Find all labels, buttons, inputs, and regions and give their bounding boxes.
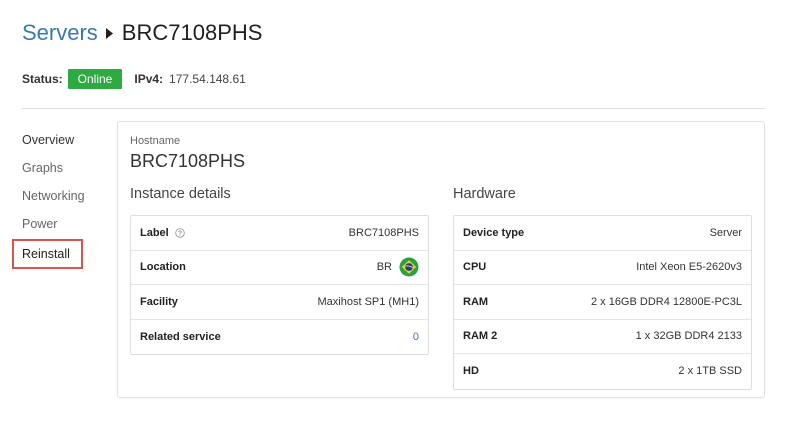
table-row: RAM 2 1 x 32GB DDR4 2133 bbox=[454, 320, 751, 354]
row-key: CPU bbox=[463, 261, 487, 274]
page-title: BRC7108PHS bbox=[121, 20, 263, 45]
table-row: Label ? BRC7108PHS bbox=[131, 216, 428, 251]
table-row: Location BR bbox=[131, 251, 428, 285]
table-row: HD 2 x 1TB SSD bbox=[454, 354, 751, 389]
caret-right-icon bbox=[105, 27, 113, 39]
sidebar-item-power[interactable]: Power bbox=[12, 210, 112, 238]
table-row: CPU Intel Xeon E5-2620v3 bbox=[454, 251, 751, 285]
label-key-text: Label bbox=[140, 226, 169, 239]
table-row: Related service 0 bbox=[131, 320, 428, 355]
instance-details-table: Label ? BRC7108PHS Location BR Facility … bbox=[130, 215, 429, 355]
row-key: Device type bbox=[463, 226, 525, 239]
table-row: Device type Server bbox=[454, 216, 751, 251]
status-badge: Online bbox=[67, 69, 123, 89]
row-key: Facility bbox=[140, 295, 178, 308]
ipv4-value: 177.54.148.61 bbox=[169, 72, 246, 86]
row-value: Maxihost SP1 (MH1) bbox=[317, 295, 419, 308]
row-value: BR bbox=[377, 257, 419, 277]
table-row: Facility Maxihost SP1 (MH1) bbox=[131, 285, 428, 320]
sidebar-nav: Overview Graphs Networking Power Reinsta… bbox=[12, 126, 112, 269]
row-key: RAM 2 bbox=[463, 330, 498, 343]
info-icon[interactable]: ? bbox=[174, 227, 185, 238]
overview-card: Hostname BRC7108PHS Instance details Har… bbox=[117, 121, 765, 398]
breadcrumb-servers-link[interactable]: Servers bbox=[22, 20, 98, 46]
hostname-label: Hostname bbox=[130, 135, 181, 147]
row-value: Intel Xeon E5-2620v3 bbox=[636, 261, 742, 274]
row-key: Label ? bbox=[140, 227, 185, 239]
row-value: 2 x 1TB SSD bbox=[678, 365, 742, 378]
sidebar-item-reinstall[interactable]: Reinstall bbox=[12, 239, 83, 269]
hardware-table: Device type Server CPU Intel Xeon E5-262… bbox=[453, 215, 752, 390]
hostname-value: BRC7108PHS bbox=[130, 151, 246, 171]
status-label: Status: bbox=[22, 72, 63, 86]
breadcrumb: Servers BRC7108PHS bbox=[22, 18, 262, 48]
sidebar-item-graphs[interactable]: Graphs bbox=[12, 154, 112, 182]
row-value: BRC7108PHS bbox=[348, 226, 419, 239]
ipv4-label: IPv4: bbox=[134, 72, 164, 86]
header-divider bbox=[22, 108, 765, 109]
row-value: 2 x 16GB DDR4 12800E-PC3L bbox=[590, 295, 742, 308]
sidebar-item-networking[interactable]: Networking bbox=[12, 182, 112, 210]
table-row: RAM 2 x 16GB DDR4 12800E-PC3L bbox=[454, 285, 751, 320]
hardware-title: Hardware bbox=[453, 186, 516, 202]
row-key: RAM bbox=[463, 295, 489, 308]
row-value: Server bbox=[709, 226, 742, 239]
sidebar-item-overview[interactable]: Overview bbox=[12, 126, 112, 154]
status-row: Status: Online IPv4: 177.54.148.61 bbox=[22, 68, 246, 90]
brazil-flag-icon bbox=[399, 257, 419, 277]
row-key: HD bbox=[463, 365, 479, 378]
related-service-link[interactable]: 0 bbox=[413, 331, 419, 343]
row-key: Related service bbox=[140, 330, 221, 343]
row-value: 1 x 32GB DDR4 2133 bbox=[635, 330, 742, 343]
svg-text:?: ? bbox=[178, 230, 182, 237]
location-code: BR bbox=[376, 261, 392, 274]
row-key: Location bbox=[140, 261, 186, 274]
instance-details-title: Instance details bbox=[130, 186, 231, 202]
